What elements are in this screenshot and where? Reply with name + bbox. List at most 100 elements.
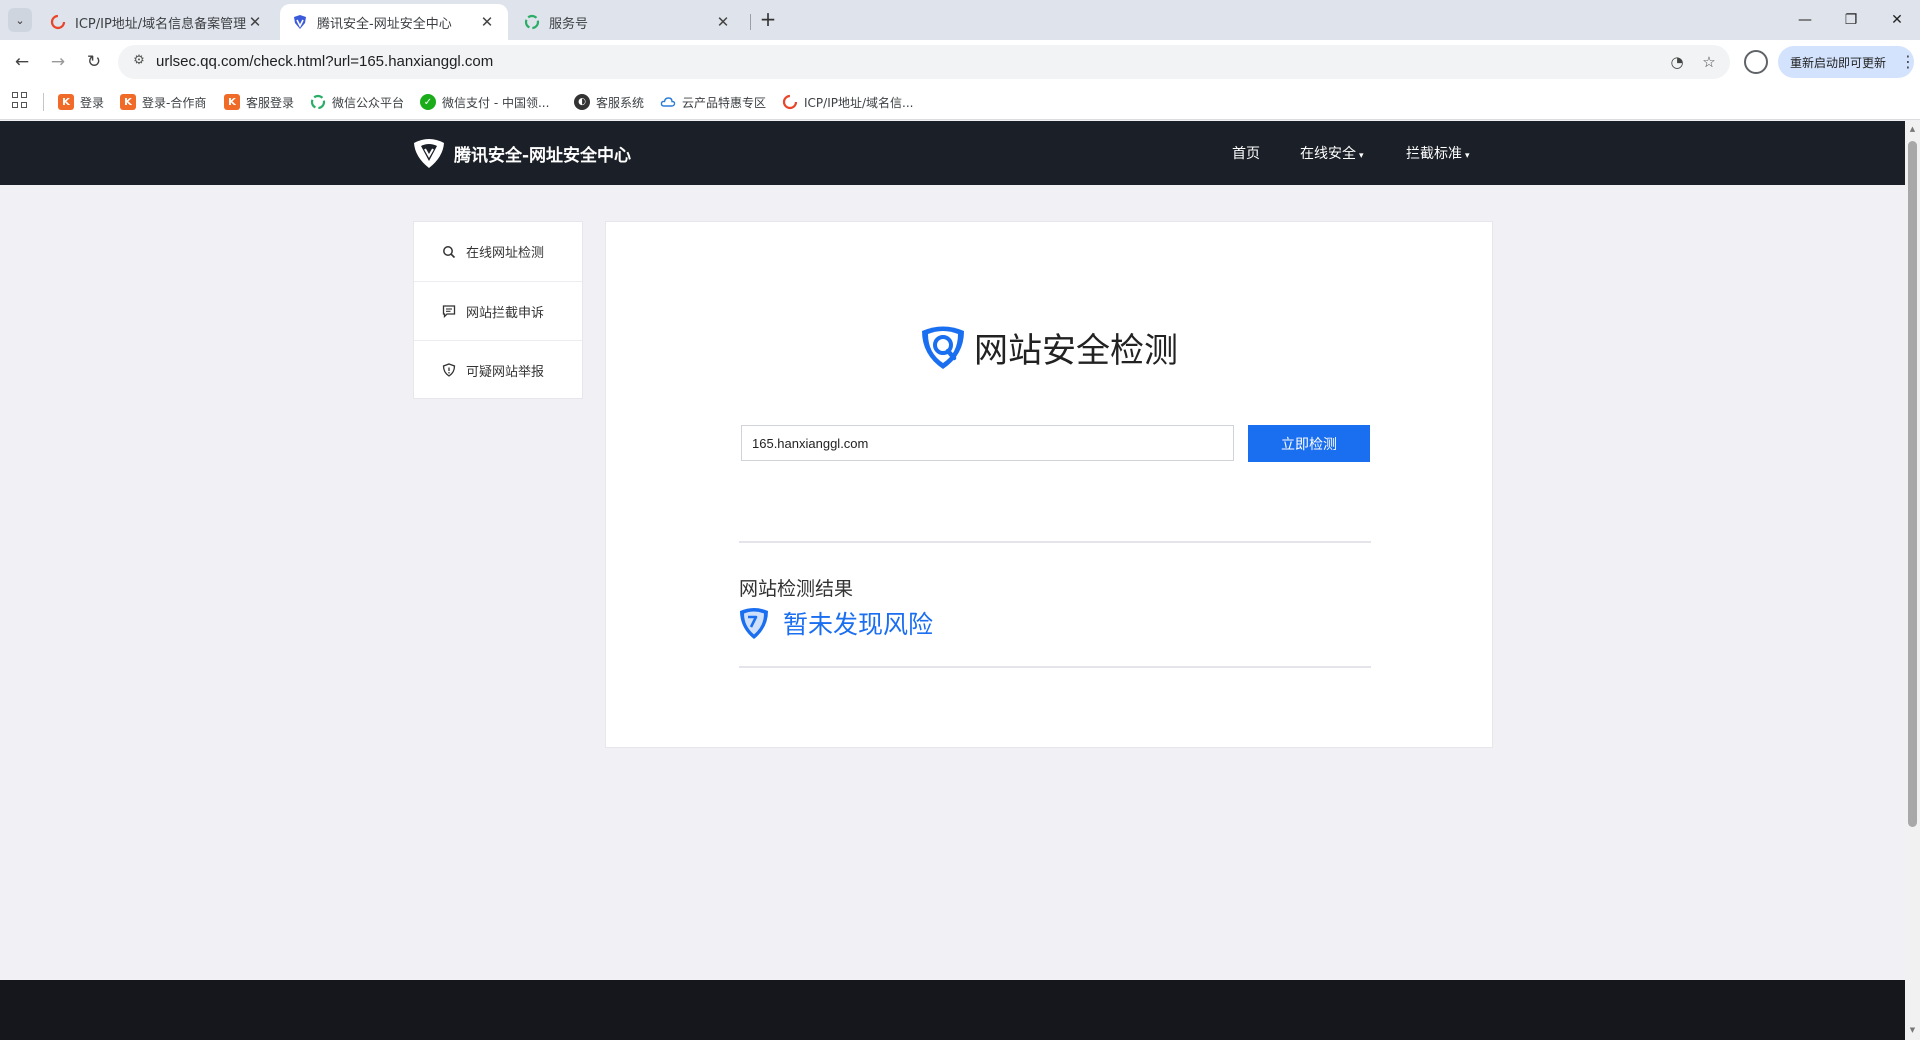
sidebar-item-url-check[interactable]: 在线网址检测 [414, 222, 582, 281]
tab-search-button[interactable]: ⌄ [8, 8, 32, 32]
wechat-pay-icon: ✓ [420, 94, 436, 110]
reload-button[interactable]: ↻ [82, 50, 106, 74]
site-info-icon[interactable]: ⚙ [130, 53, 148, 71]
result-status: 暂未发现风险 [783, 610, 934, 639]
bookmark-item[interactable]: K 客服登录 [224, 92, 294, 112]
search-icon [443, 245, 456, 258]
sidebar-item-label: 在线网址检测 [466, 246, 545, 261]
nav-label: 拦截标准 [1406, 146, 1462, 162]
tab-icp[interactable]: ICP/IP地址/域名信息备案管理系 ✕ [38, 4, 276, 40]
address-bar[interactable]: ⚙ urlsec.qq.com/check.html?url=165.hanxi… [118, 45, 1730, 79]
nav-label: 首页 [1232, 146, 1260, 162]
apps-grid-icon[interactable] [12, 92, 28, 108]
site-header: 腾讯安全-网址安全中心 首页 在线安全 ▾ 拦截标准 ▾ [0, 121, 1905, 185]
bookmark-label: 登录-合作商 [142, 95, 207, 110]
new-tab-button[interactable]: + [756, 8, 780, 32]
k-icon: K [120, 94, 136, 110]
tencent-security-favicon [294, 15, 306, 29]
close-window-button[interactable]: ✕ [1874, 0, 1920, 40]
tab-title: 服务号 [549, 16, 589, 32]
site-footer [0, 980, 1905, 1040]
scroll-down-icon[interactable]: ▼ [1908, 1026, 1917, 1034]
arrow-left-icon: ← [14, 52, 30, 72]
bookmark-item[interactable]: K 登录 [58, 92, 104, 112]
update-button[interactable]: 重新启动即可更新 [1778, 46, 1914, 78]
tab-close-icon[interactable]: ✕ [246, 13, 264, 31]
main-card: 网站安全检测 立即检测 网站检测结果 暂未发现风险 [605, 221, 1493, 748]
shield-icon [442, 363, 456, 377]
sidebar-item-report[interactable]: 可疑网站举报 [414, 340, 582, 399]
menu-kebab-icon[interactable]: ⋮ [1900, 52, 1916, 71]
browser-toolbar: ← → ↻ ⚙ urlsec.qq.com/check.html?url=165… [0, 40, 1920, 84]
sidebar-item-label: 网站拦截申诉 [466, 305, 545, 321]
tab-strip: ⌄ ICP/IP地址/域名信息备案管理系 ✕ 腾讯安全-网址安全中心 ✕ 服务号… [0, 0, 1920, 40]
bookmark-label: 客服登录 [246, 95, 295, 110]
bookmark-label: ICP/IP地址/域名信... [804, 95, 914, 110]
bookmark-star-icon[interactable]: ☆ [1700, 53, 1718, 71]
bookmark-label: 客服系统 [596, 95, 645, 110]
forward-button[interactable]: → [46, 50, 70, 74]
message-icon [442, 305, 456, 318]
tencent-security-logo-icon[interactable] [412, 137, 446, 169]
minimize-button[interactable]: — [1782, 0, 1828, 40]
tab-service-account[interactable]: 服务号 ✕ [512, 4, 744, 40]
nav-home[interactable]: 首页 [1232, 143, 1260, 163]
profile-avatar[interactable] [1744, 50, 1768, 74]
bookmark-label: 微信公众平台 [332, 95, 405, 110]
bookmark-item[interactable]: 微信公众平台 [310, 92, 404, 112]
url-input[interactable] [741, 425, 1234, 461]
shield-search-icon [922, 326, 964, 369]
divider [739, 541, 1371, 543]
sidebar-item-label: 可疑网站举报 [466, 364, 545, 380]
bookmark-item[interactable]: ICP/IP地址/域名信... [782, 92, 913, 112]
tab-close-icon[interactable]: ✕ [714, 13, 732, 31]
check-hero: 网站安全检测 [920, 323, 1178, 371]
tab-close-icon[interactable]: ✕ [478, 13, 496, 31]
cloud-icon [660, 97, 676, 107]
result-row: 暂未发现风险 [739, 605, 933, 641]
caret-down-icon: ▾ [1465, 151, 1470, 161]
scrollbar-thumb[interactable] [1908, 141, 1917, 827]
back-button[interactable]: ← [10, 50, 34, 74]
nav-online-security[interactable]: 在线安全 ▾ [1300, 143, 1364, 163]
bookmark-item[interactable]: ✓ 微信支付 - 中国领... [420, 92, 549, 112]
arrow-right-icon: → [50, 52, 66, 72]
tab-separator [750, 14, 751, 30]
k-icon: K [58, 94, 74, 110]
tab-tencent-security[interactable]: 腾讯安全-网址安全中心 ✕ [280, 4, 508, 40]
bookmarks-divider [43, 93, 44, 111]
sidebar-item-appeal[interactable]: 网站拦截申诉 [414, 281, 582, 340]
tab-title: ICP/IP地址/域名信息备案管理系 [75, 16, 246, 32]
wechat-mp-icon [310, 94, 326, 110]
divider [739, 666, 1371, 668]
scroll-up-icon[interactable]: ▲ [1908, 125, 1917, 133]
bookmark-label: 微信支付 - 中国领... [442, 95, 550, 110]
icp-icon [782, 94, 798, 110]
page-scrollbar[interactable]: ▲ ▼ [1905, 121, 1920, 1040]
caret-down-icon: ▾ [1359, 151, 1364, 161]
support-icon: ◐ [574, 94, 590, 110]
safe-shield-icon [740, 608, 768, 639]
nav-intercept-standard[interactable]: 拦截标准 ▾ [1406, 143, 1470, 163]
sidebar: 在线网址检测 网站拦截申诉 可疑网站举报 [413, 221, 583, 399]
chevron-down-icon: ⌄ [15, 13, 25, 27]
page-title: 网站安全检测 [974, 330, 1178, 371]
bookmark-item[interactable]: K 登录-合作商 [120, 92, 206, 112]
site-brand[interactable]: 腾讯安全-网址安全中心 [454, 141, 631, 166]
tab-title: 腾讯安全-网址安全中心 [317, 16, 452, 32]
reload-icon: ↻ [86, 52, 102, 72]
bookmark-label: 登录 [80, 95, 105, 110]
bookmarks-bar: K 登录 K 登录-合作商 K 客服登录 微信公众平台 ✓ 微信支付 - 中国领… [0, 84, 1920, 120]
performance-icon[interactable]: ◔ [1668, 53, 1686, 71]
bookmark-item[interactable]: ◐ 客服系统 [574, 92, 644, 112]
result-label: 网站检测结果 [739, 578, 854, 600]
icp-favicon [50, 14, 66, 30]
address-url[interactable]: urlsec.qq.com/check.html?url=165.hanxian… [156, 53, 493, 70]
restore-button[interactable]: ❐ [1828, 0, 1874, 40]
wechat-service-favicon [524, 14, 540, 30]
bookmark-item[interactable]: 云产品特惠专区 [660, 92, 766, 112]
check-now-button[interactable]: 立即检测 [1248, 425, 1370, 462]
bookmark-label: 云产品特惠专区 [682, 95, 767, 110]
k-icon: K [224, 94, 240, 110]
nav-label: 在线安全 [1300, 146, 1356, 162]
